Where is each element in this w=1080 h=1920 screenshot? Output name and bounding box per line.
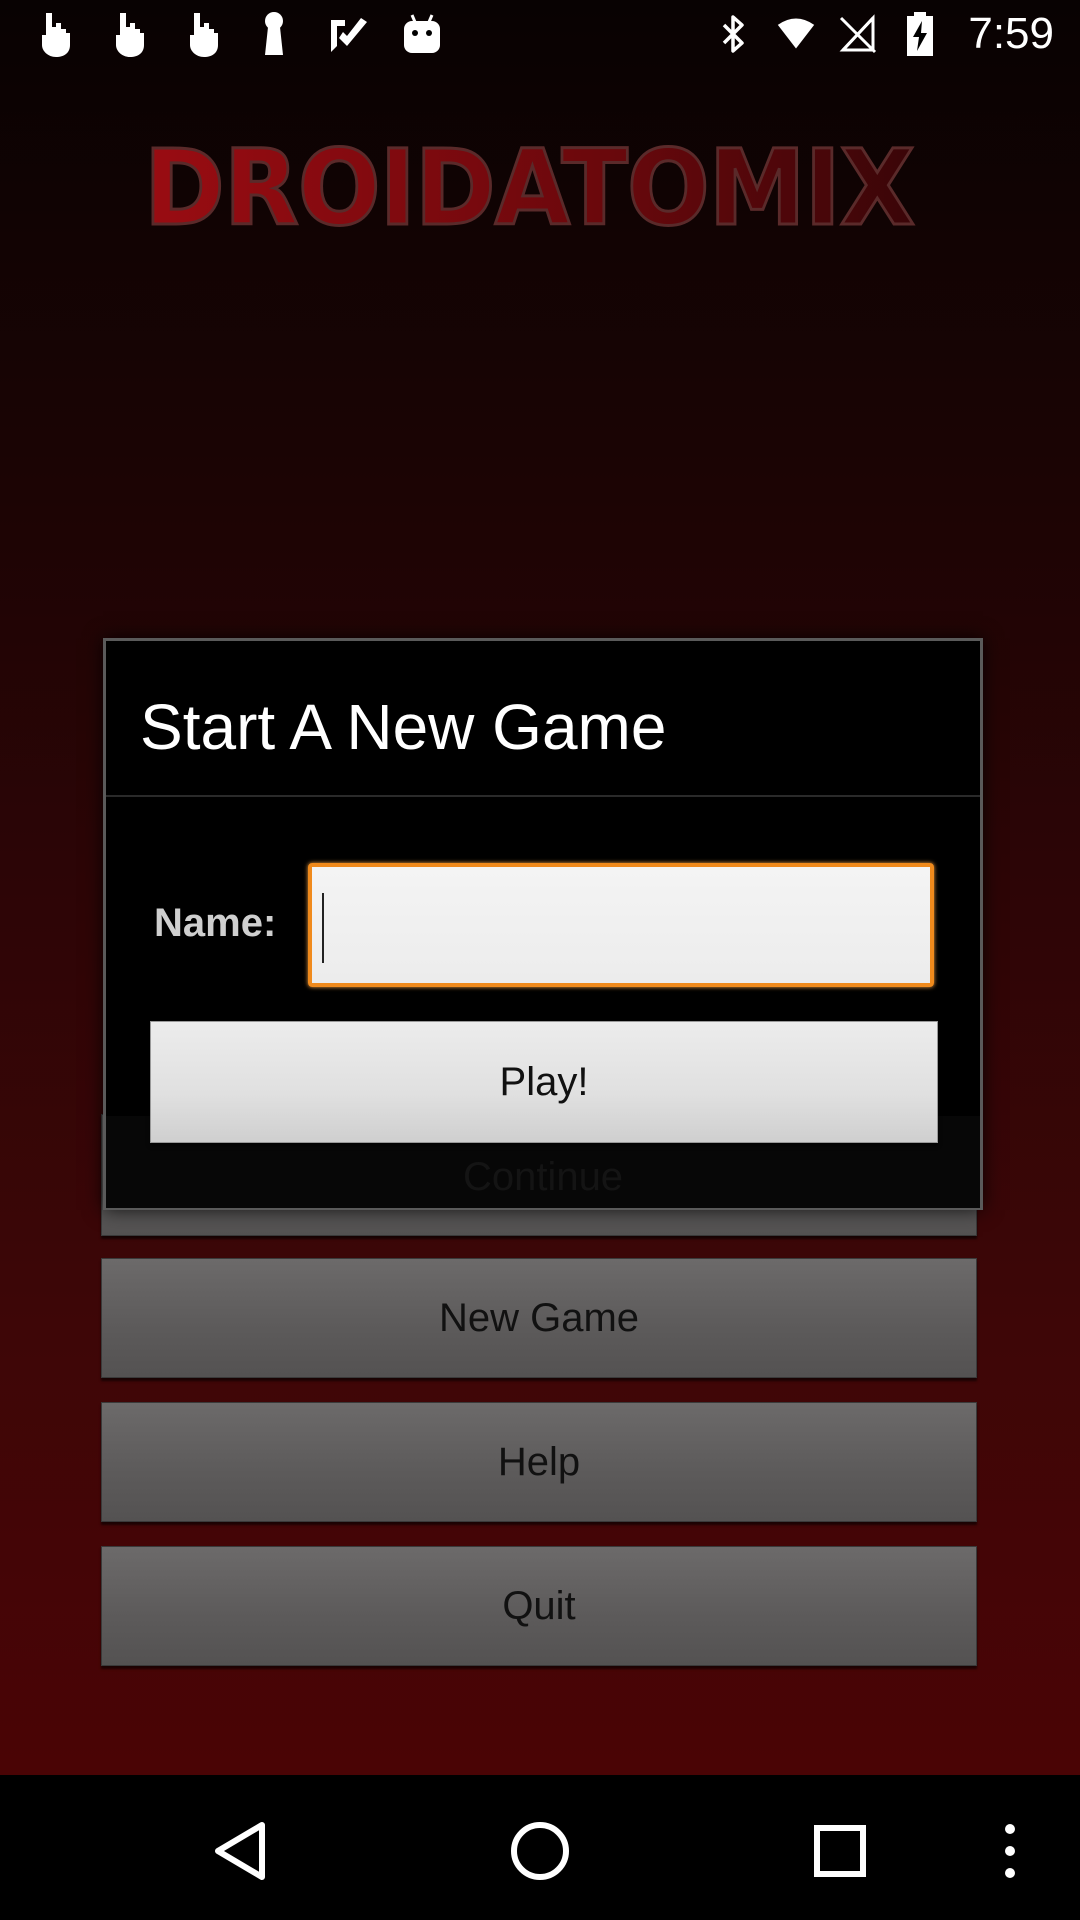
text-cursor <box>322 893 324 963</box>
name-input[interactable] <box>308 863 934 987</box>
quit-button[interactable]: Quit <box>101 1546 977 1666</box>
notification-icons <box>30 10 444 58</box>
back-icon[interactable] <box>200 1811 280 1891</box>
new-game-button[interactable]: New Game <box>101 1258 977 1378</box>
play-button[interactable]: Play! <box>150 1021 938 1143</box>
svg-text:DROIDATOMIX: DROIDATOMIX <box>144 128 914 248</box>
battery-charging-icon <box>900 10 940 58</box>
wifi-icon <box>776 10 816 58</box>
help-button-label: Help <box>497 1439 581 1484</box>
continue-shadow-label: Continue <box>462 1155 624 1199</box>
dialog-divider <box>106 795 980 797</box>
quit-button-label: Quit <box>502 1583 576 1628</box>
system-status-icons: 7:59 <box>714 10 1054 58</box>
help-button[interactable]: Help <box>101 1402 977 1522</box>
navigation-bar <box>0 1775 1080 1920</box>
name-label: Name: <box>154 901 277 945</box>
no-sim-icon <box>838 10 878 58</box>
hand-icon <box>178 10 222 58</box>
home-icon[interactable] <box>500 1811 580 1891</box>
play-button-label: Play! <box>499 1059 589 1104</box>
new-game-dialog: Continue Start A New Game Name: Play! <box>103 638 983 1210</box>
keyhole-icon <box>252 10 296 58</box>
new-game-button-label: New Game <box>438 1295 640 1340</box>
dialog-title: Start A New Game <box>140 691 667 763</box>
android-icon <box>400 10 444 58</box>
app-logo: DROIDATOMIX <box>140 126 930 251</box>
hand-icon <box>104 10 148 58</box>
bluetooth-icon <box>714 10 754 58</box>
status-bar: 7:59 <box>0 0 1080 72</box>
menu-icon[interactable] <box>980 1811 1040 1891</box>
status-time: 7:59 <box>968 9 1054 58</box>
recents-icon[interactable] <box>800 1811 880 1891</box>
hand-icon <box>30 10 74 58</box>
checkmark-icon <box>326 10 370 58</box>
